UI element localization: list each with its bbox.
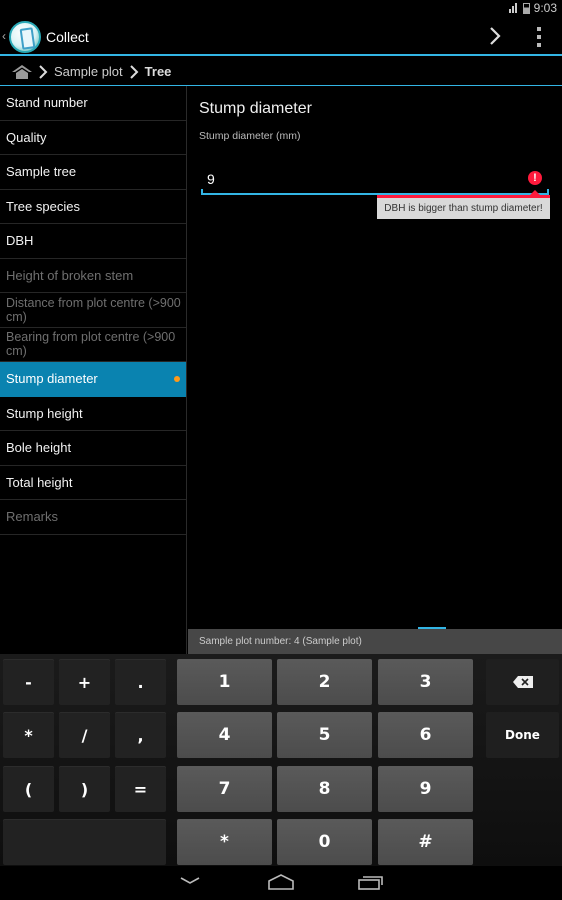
key-close-paren[interactable]: ) [59, 766, 110, 812]
chevron-right-icon [129, 64, 139, 79]
key-7[interactable]: 7 [177, 766, 272, 812]
key-3[interactable]: 3 [378, 659, 473, 705]
sidebar-item-label: Bearing from plot centre (>900 cm) [6, 330, 176, 359]
sidebar-item-sample-tree[interactable]: Sample tree [0, 155, 186, 190]
sidebar-item-stump-diameter[interactable]: Stump diameter [0, 362, 186, 397]
sidebar-item-label: Stump height [6, 405, 83, 421]
key-open-paren[interactable]: ( [3, 766, 54, 812]
error-icon: ! [528, 171, 542, 185]
sidebar-item-label: Bole height [6, 440, 72, 456]
backspace-icon [512, 676, 533, 688]
sidebar-item-quality[interactable]: Quality [0, 121, 186, 155]
sample-plot-info: Sample plot number: 4 (Sample plot) [199, 636, 362, 647]
signal-icon [507, 2, 519, 14]
key-8[interactable]: 8 [277, 766, 372, 812]
sidebar-item-label: Remarks [6, 509, 59, 525]
info-bar: Sample plot number: 4 (Sample plot) [188, 629, 562, 654]
clock: 9:03 [533, 1, 557, 15]
chevron-right-icon[interactable] [486, 24, 504, 48]
app-logo-icon[interactable] [9, 21, 41, 53]
sidebar-item-height-of-broken-stem: Height of broken stem [0, 259, 186, 293]
sidebar-item-label: DBH [6, 233, 34, 249]
breadcrumb: Sample plot Tree [0, 58, 562, 86]
sidebar-item-label: Distance from plot centre (>900 cm) [6, 295, 181, 324]
sidebar-item-label: Sample tree [6, 164, 77, 180]
breadcrumb-item-tree: Tree [144, 64, 172, 79]
sidebar-item-label: Quality [6, 129, 47, 145]
sidebar-item-remarks: Remarks [0, 500, 186, 535]
navigation-bar [0, 866, 562, 900]
back-down-icon[interactable] [178, 874, 202, 893]
key-period[interactable]: . [115, 659, 166, 705]
app-title[interactable]: Collect [46, 29, 89, 45]
done-key[interactable]: Done [486, 712, 559, 758]
error-tooltip: DBH is bigger than stump diameter! [377, 190, 550, 219]
key-plus[interactable]: + [59, 659, 110, 705]
recent-apps-icon[interactable] [358, 874, 384, 895]
sidebar-item-label: Total height [6, 474, 73, 490]
breadcrumb-item-sample-plot[interactable]: Sample plot [54, 64, 123, 79]
key-slash[interactable]: / [59, 712, 110, 758]
sidebar-item-stand-number[interactable]: Stand number [0, 86, 186, 121]
key-space[interactable] [3, 819, 166, 865]
status-bar: 9:03 [0, 0, 562, 18]
key-4[interactable]: 4 [177, 712, 272, 758]
sidebar-item-label: Tree species [6, 198, 80, 214]
action-bar: ‹ Collect [0, 18, 562, 56]
sidebar-item-stump-height[interactable]: Stump height [0, 397, 186, 431]
key-minus[interactable]: - [3, 659, 54, 705]
key-6[interactable]: 6 [378, 712, 473, 758]
sidebar: Stand number Quality Sample tree Tree sp… [0, 86, 187, 654]
key-5[interactable]: 5 [277, 712, 372, 758]
sidebar-item-bole-height[interactable]: Bole height [0, 431, 186, 466]
key-star[interactable]: * [177, 819, 272, 865]
field-label: Stump diameter (mm) [199, 130, 301, 142]
numeric-keyboard: - + . * / , ( ) = 1 2 3 4 5 6 7 8 9 * 0 … [0, 654, 562, 866]
key-2[interactable]: 2 [277, 659, 372, 705]
home-icon[interactable] [12, 64, 32, 79]
sidebar-item-dbh[interactable]: DBH [0, 224, 186, 259]
key-hash[interactable]: # [378, 819, 473, 865]
overflow-menu-icon[interactable] [535, 27, 543, 47]
chevron-right-icon [38, 64, 48, 79]
key-comma[interactable]: , [115, 712, 166, 758]
key-0[interactable]: 0 [277, 819, 372, 865]
sidebar-item-total-height[interactable]: Total height [0, 466, 186, 500]
key-equals[interactable]: = [115, 766, 166, 812]
home-icon[interactable] [268, 874, 294, 895]
key-1[interactable]: 1 [177, 659, 272, 705]
screen: 9:03 ‹ Collect Sample plot Tree Stand nu… [0, 0, 562, 900]
sidebar-item-bearing-from-plot-centre: Bearing from plot centre (>900 cm) [0, 328, 186, 362]
page-title: Stump diameter [199, 100, 312, 117]
sidebar-item-tree-species[interactable]: Tree species [0, 190, 186, 224]
battery-icon [522, 2, 530, 14]
sidebar-item-label: Stump diameter [6, 371, 98, 387]
back-caret-icon[interactable]: ‹ [2, 29, 6, 43]
form-panel: Stump diameter Stump diameter (mm) ! DBH… [188, 86, 562, 628]
key-asterisk[interactable]: * [3, 712, 54, 758]
sidebar-item-label: Stand number [6, 95, 88, 111]
error-message: DBH is bigger than stump diameter! [384, 203, 543, 214]
modified-indicator-dot [174, 375, 180, 382]
sidebar-item-label: Height of broken stem [6, 267, 134, 283]
backspace-key[interactable] [486, 659, 559, 705]
sidebar-item-distance-from-plot-centre: Distance from plot centre (>900 cm) [0, 293, 186, 328]
key-9[interactable]: 9 [378, 766, 473, 812]
